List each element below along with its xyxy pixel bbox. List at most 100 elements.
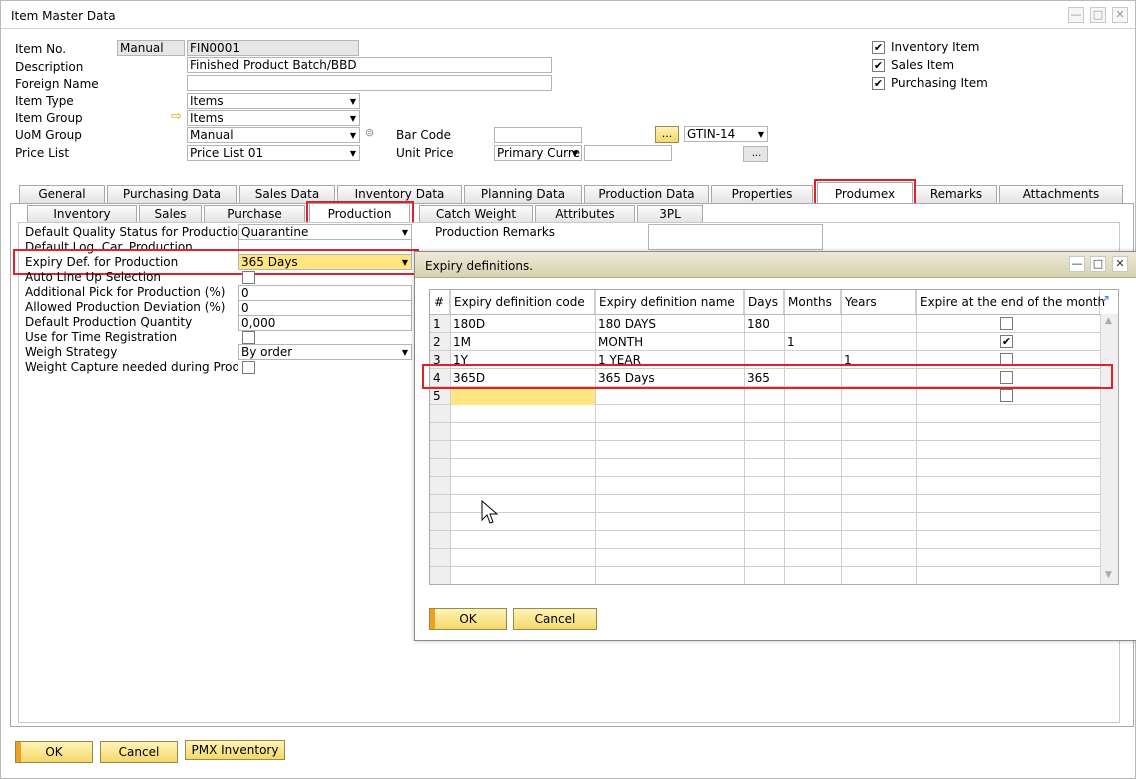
name-cell[interactable]	[595, 387, 744, 405]
ok-button[interactable]: OK	[15, 741, 93, 763]
minimize-icon[interactable]: —	[1068, 7, 1084, 23]
subtab-production[interactable]: Production	[309, 203, 410, 224]
dialog-cancel-button[interactable]: Cancel	[513, 608, 597, 630]
eom-checkbox[interactable]: ✔	[1000, 335, 1013, 348]
time-registration-checkbox[interactable]	[242, 331, 255, 344]
price-list-select[interactable]: Price List 01	[187, 145, 360, 161]
log-car-field[interactable]	[238, 239, 412, 255]
code-cell[interactable]: 365D	[450, 369, 595, 387]
subtab-inventory[interactable]: Inventory	[27, 205, 137, 223]
days-cell[interactable]: 180	[744, 315, 784, 333]
code-cell[interactable]: 1M	[450, 333, 595, 351]
item-type-select[interactable]: Items	[187, 93, 360, 109]
weigh-strategy-label: Weigh Strategy	[25, 345, 118, 359]
code-cell[interactable]: 1Y	[450, 351, 595, 369]
item-no-label: Item No.	[15, 42, 67, 56]
subtab-catch-weight[interactable]: Catch Weight	[419, 205, 533, 223]
months-cell[interactable]: 1	[784, 333, 841, 351]
subtab-sales[interactable]: Sales	[139, 205, 202, 223]
item-master-data-window: Item Master Data — □ ✕ Item No. Manual F…	[0, 0, 1136, 779]
tab-purchasing-data[interactable]: Purchasing Data	[107, 185, 237, 203]
years-cell[interactable]	[841, 369, 916, 387]
tab-inventory-data[interactable]: Inventory Data	[337, 185, 462, 203]
expand-icon[interactable]: ↗	[1100, 292, 1110, 306]
cancel-button[interactable]: Cancel	[100, 741, 178, 763]
tab-remarks[interactable]: Remarks	[915, 185, 997, 203]
item-group-select[interactable]: Items	[187, 110, 360, 126]
months-cell[interactable]	[784, 387, 841, 405]
link-arrow-icon[interactable]: ⇨	[171, 109, 182, 124]
dialog-close-icon[interactable]: ✕	[1112, 256, 1128, 272]
weigh-strategy-select[interactable]: By order	[238, 344, 412, 360]
maximize-icon[interactable]: □	[1090, 7, 1106, 23]
allowed-deviation-field[interactable]: 0	[238, 300, 412, 316]
uom-group-label: UoM Group	[15, 128, 82, 142]
grid-scrollbar[interactable]: ▲ ▼	[1100, 314, 1118, 584]
days-cell[interactable]: 365	[744, 369, 784, 387]
sales-item-checkbox[interactable]: ✔	[872, 59, 885, 72]
months-cell[interactable]	[784, 351, 841, 369]
quality-status-select[interactable]: Quarantine	[238, 224, 412, 240]
years-cell[interactable]	[841, 387, 916, 405]
unit-price-field[interactable]	[584, 145, 672, 161]
quality-status-label: Default Quality Status for Production	[25, 225, 246, 239]
dialog-minimize-icon[interactable]: —	[1069, 256, 1085, 272]
auto-line-up-checkbox[interactable]	[242, 271, 255, 284]
days-cell[interactable]	[744, 333, 784, 351]
tab-properties[interactable]: Properties	[711, 185, 813, 203]
additional-pick-field[interactable]: 0	[238, 285, 412, 301]
subtab-purchase[interactable]: Purchase	[204, 205, 305, 223]
col-header-days: Days	[744, 290, 784, 314]
description-field[interactable]: Finished Product Batch/BBD	[187, 57, 552, 73]
scroll-up-icon[interactable]: ▲	[1105, 316, 1112, 326]
purchasing-item-checkbox[interactable]: ✔	[872, 77, 885, 90]
purchasing-item-label: Purchasing Item	[891, 76, 988, 90]
allowed-deviation-label: Allowed Production Deviation (%)	[25, 300, 226, 314]
name-cell[interactable]: 1 YEAR	[595, 351, 744, 369]
name-cell[interactable]: 180 DAYS	[595, 315, 744, 333]
dialog-ok-button[interactable]: OK	[429, 608, 507, 630]
scroll-down-icon[interactable]: ▼	[1105, 570, 1112, 580]
tab-planning-data[interactable]: Planning Data	[464, 185, 582, 203]
code-cell[interactable]: 180D	[450, 315, 595, 333]
subtab-attributes[interactable]: Attributes	[535, 205, 635, 223]
name-cell[interactable]: MONTH	[595, 333, 744, 351]
weight-capture-checkbox[interactable]	[242, 361, 255, 374]
bar-code-field[interactable]	[494, 127, 582, 143]
tab-sales-data[interactable]: Sales Data	[239, 185, 335, 203]
numbering-series-select[interactable]: Manual	[117, 40, 185, 56]
close-icon[interactable]: ✕	[1112, 7, 1128, 23]
unit-price-currency-select[interactable]: Primary Curren	[494, 145, 582, 161]
years-cell[interactable]: 1	[841, 351, 916, 369]
code-cell-active[interactable]	[451, 387, 595, 405]
uom-group-select[interactable]: Manual	[187, 127, 360, 143]
info-icon[interactable]: ⊜	[365, 126, 374, 139]
days-cell[interactable]	[744, 351, 784, 369]
dialog-maximize-icon[interactable]: □	[1090, 256, 1106, 272]
expiry-def-select[interactable]: 365 Days	[238, 254, 412, 270]
years-cell[interactable]	[841, 315, 916, 333]
eom-checkbox[interactable]	[1000, 371, 1013, 384]
tab-production-data[interactable]: Production Data	[584, 185, 709, 203]
default-qty-field[interactable]: 0,000	[238, 315, 412, 331]
eom-checkbox[interactable]	[1000, 353, 1013, 366]
production-remarks-field[interactable]	[648, 224, 823, 250]
foreign-name-field[interactable]	[187, 75, 552, 91]
eom-checkbox[interactable]	[1000, 389, 1013, 402]
days-cell[interactable]	[744, 387, 784, 405]
tab-produmex[interactable]: Produmex	[817, 182, 913, 205]
bar-code-type-select[interactable]: GTIN-14	[684, 126, 768, 142]
bar-code-browse-button[interactable]: ...	[655, 126, 679, 143]
subtab-3pl[interactable]: 3PL	[637, 205, 703, 223]
tab-general[interactable]: General	[19, 185, 105, 203]
inventory-item-checkbox[interactable]: ✔	[872, 41, 885, 54]
years-cell[interactable]	[841, 333, 916, 351]
tab-attachments[interactable]: Attachments	[999, 185, 1123, 203]
months-cell[interactable]	[784, 315, 841, 333]
months-cell[interactable]	[784, 369, 841, 387]
pmx-inventory-button[interactable]: PMX Inventory	[185, 740, 285, 760]
item-no-field[interactable]: FIN0001	[187, 40, 359, 56]
eom-checkbox[interactable]	[1000, 317, 1013, 330]
unit-price-browse-button[interactable]: ...	[743, 146, 768, 162]
name-cell[interactable]: 365 Days	[595, 369, 744, 387]
